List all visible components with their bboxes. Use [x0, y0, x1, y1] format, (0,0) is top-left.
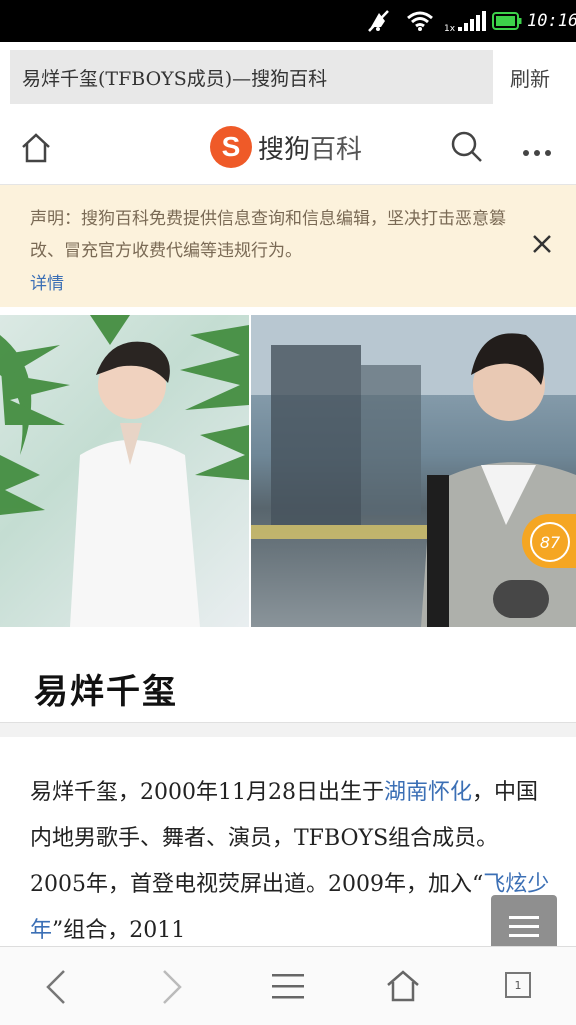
back-icon[interactable] — [44, 969, 70, 1009]
entry-summary: 易烊千玺，2000年11月28日出生于湖南怀化，中国内地男歌手、舞者、演员，TF… — [30, 770, 550, 954]
link-hunan-huaihua[interactable]: 湖南怀化 — [384, 780, 472, 805]
like-count: 87 — [530, 522, 570, 562]
bottom-toolbar — [0, 946, 576, 1025]
summary-text: ”组合，2011 — [52, 918, 186, 943]
home-icon[interactable] — [386, 969, 420, 1007]
signal-icon: 1x — [444, 0, 486, 42]
notice-details-link[interactable]: 详情 — [30, 269, 64, 294]
menu-icon[interactable] — [272, 973, 304, 1003]
tabs-icon[interactable]: 1 — [505, 972, 531, 998]
home-icon[interactable] — [20, 132, 52, 168]
svg-text:1x: 1x — [444, 24, 456, 33]
status-time: 10:16 — [527, 11, 576, 31]
logo-text-baike: 百科 — [310, 134, 363, 165]
like-count-badge[interactable]: 87 — [522, 514, 576, 568]
section-divider — [0, 722, 576, 737]
mute-icon — [366, 0, 392, 42]
wifi-icon — [406, 0, 434, 42]
forward-icon[interactable] — [158, 969, 184, 1009]
site-header: S 搜狗 百科 — [0, 112, 576, 185]
sogou-baike-logo[interactable]: S 搜狗 百科 — [210, 126, 362, 168]
summary-text: 易烊千玺，2000年11月28日出生于 — [30, 780, 384, 805]
logo-mark: S — [210, 126, 252, 168]
more-icon[interactable] — [522, 142, 552, 161]
status-bar: 1x 10:16 — [0, 0, 576, 42]
list-icon — [509, 916, 539, 937]
entry-title: 易烊千玺 — [34, 672, 178, 712]
photo-gallery — [0, 315, 576, 627]
logo-text-sogou: 搜狗 — [258, 134, 311, 165]
address-bar[interactable]: 易烊千玺(TFBOYS成员)—搜狗百科 — [10, 50, 493, 104]
address-bar-container: 易烊千玺(TFBOYS成员)—搜狗百科 刷新 — [0, 42, 576, 112]
close-icon[interactable] — [530, 232, 554, 260]
search-icon[interactable] — [450, 130, 484, 168]
notice-text: 声明：搜狗百科免费提供信息查询和信息编辑，坚决打击恶意篡改、冒充官方收费代编等违… — [30, 209, 506, 261]
battery-icon — [492, 0, 522, 42]
notice-banner: 声明：搜狗百科免费提供信息查询和信息编辑，坚决打击恶意篡改、冒充官方收费代编等违… — [0, 185, 576, 307]
refresh-button[interactable]: 刷新 — [510, 50, 550, 104]
photo-white-shirt[interactable] — [0, 315, 249, 627]
photo-overlay-pill[interactable] — [493, 580, 549, 618]
